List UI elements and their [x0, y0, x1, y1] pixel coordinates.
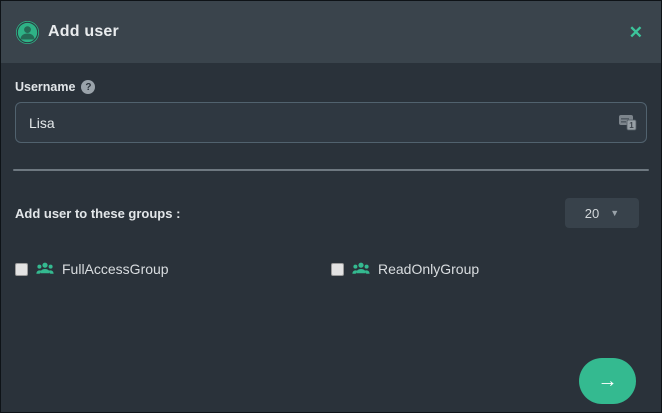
users-group-icon: [36, 262, 54, 277]
fullaccess-label: FullAccessGroup: [62, 261, 169, 277]
next-arrow-button[interactable]: →: [579, 358, 636, 404]
group-checkbox-row: FullAccessGroup ReadOnlyGroup: [15, 261, 647, 277]
fullaccess-checkbox[interactable]: [15, 263, 28, 276]
username-label: Username: [15, 80, 75, 94]
groups-header-row: Add user to these groups : 20 ▼: [15, 198, 647, 228]
page-size-value: 20: [585, 206, 599, 221]
autofill-icon: 1: [618, 113, 638, 132]
username-label-row: Username ?: [15, 80, 647, 94]
readonly-checkbox[interactable]: [331, 263, 344, 276]
readonly-label: ReadOnlyGroup: [378, 261, 479, 277]
add-user-dialog: Add user ✕ Username ? 1 Add user to thes…: [0, 0, 662, 413]
dialog-header: Add user ✕: [1, 1, 661, 63]
svg-text:1: 1: [629, 121, 634, 130]
page-size-select[interactable]: 20 ▼: [565, 198, 639, 228]
groups-label: Add user to these groups :: [15, 206, 180, 221]
help-icon[interactable]: ?: [81, 80, 95, 94]
arrow-right-icon: →: [598, 370, 618, 393]
username-input-wrap: 1: [15, 102, 647, 143]
group-item-readonly[interactable]: ReadOnlyGroup: [331, 261, 647, 277]
dialog-body: Username ? 1 Add user to these groups : …: [1, 63, 661, 412]
close-icon[interactable]: ✕: [629, 24, 643, 41]
dialog-title: Add user: [48, 23, 119, 41]
chevron-down-icon: ▼: [610, 209, 619, 218]
divider: [13, 169, 649, 171]
user-avatar-icon: [16, 21, 39, 44]
group-item-fullaccess[interactable]: FullAccessGroup: [15, 261, 331, 277]
username-input[interactable]: [15, 102, 647, 143]
users-group-icon: [352, 262, 370, 277]
